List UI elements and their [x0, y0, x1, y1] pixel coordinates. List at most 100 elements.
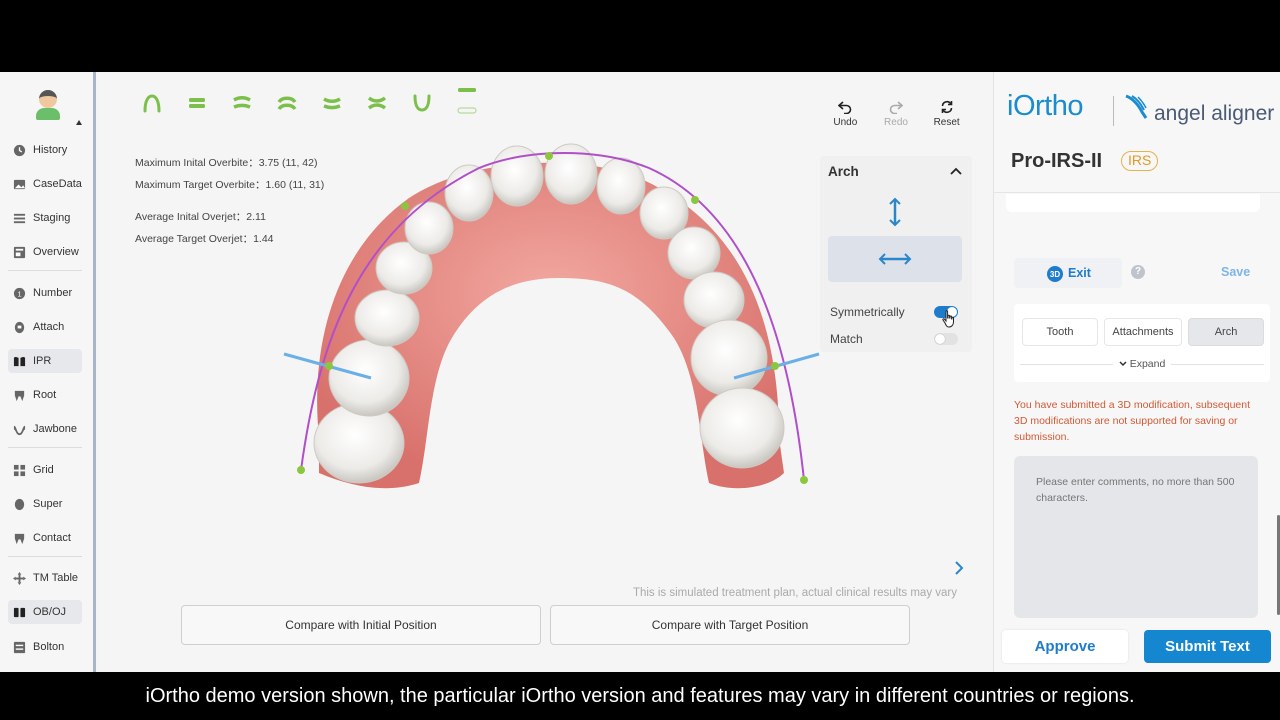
sidebar-item-label: OB/OJ [33, 606, 67, 618]
arch-adjust-panel: Arch Symmetrically Match [820, 156, 972, 352]
arch-form-u-icon[interactable] [399, 90, 444, 116]
product-name: Pro-IRS-II [1011, 150, 1103, 172]
reset-label: Reset [933, 117, 960, 128]
redo-label: Redo [884, 117, 908, 128]
sidebar-item-label: TM Table [33, 572, 79, 584]
compare-target-button[interactable]: Compare with Target Position [550, 605, 910, 645]
sidebar-item-contact[interactable]: Contact [8, 526, 82, 550]
chevron-down-icon [1119, 361, 1127, 367]
arch-form-cross-icon[interactable] [354, 90, 399, 116]
undo-button[interactable]: Undo [820, 100, 870, 140]
save-button[interactable]: Save [1221, 265, 1250, 279]
hand-cursor-icon [942, 310, 954, 328]
tab-attachments[interactable]: Attachments [1104, 318, 1182, 346]
arch-form-toolbar [129, 88, 489, 116]
sidebar-item-label: Root [33, 389, 57, 401]
sidebar-item-label: Overview [33, 246, 79, 258]
angel-aligner-logo-icon [1125, 94, 1148, 119]
sidebar-item-label: Super [33, 498, 63, 510]
3d-viewport[interactable]: Maximum Inital Overbite：3.75 (11, 42) Ma… [99, 72, 993, 672]
match-label: Match [830, 332, 863, 346]
reset-icon [941, 100, 952, 114]
arch-form-reverse-icon[interactable] [309, 90, 354, 116]
chevron-right-icon[interactable] [951, 560, 967, 576]
arch-form-curved-icon[interactable] [264, 90, 309, 116]
sidebar-item-attach[interactable]: Attach [8, 315, 82, 339]
help-icon[interactable]: ? [1131, 265, 1145, 279]
sidebar: History CaseData Staging Overview 1 Numb… [0, 72, 96, 672]
root-icon [13, 389, 26, 402]
sidebar-divider [8, 556, 82, 557]
panel-card-bottom [1006, 194, 1260, 212]
sidebar-item-number[interactable]: 1 Number [8, 281, 82, 305]
image-icon [13, 178, 26, 191]
right-panel: iOrtho angel aligner Pro-IRS-II IRS 3D E… [993, 72, 1280, 672]
angel-aligner-logo: angel aligner [1154, 102, 1275, 125]
sidebar-item-tm-table[interactable]: TM Table [8, 566, 82, 590]
super-icon [13, 498, 26, 511]
move-icon [13, 571, 26, 585]
clock-icon [13, 144, 26, 157]
grid-icon [13, 464, 26, 477]
sidebar-divider [8, 447, 82, 448]
tab-arch[interactable]: Arch [1188, 318, 1264, 346]
sidebar-item-grid[interactable]: Grid [8, 458, 82, 482]
exit-label: Exit [1068, 266, 1091, 280]
avatar-menu-caret-icon[interactable] [76, 120, 82, 125]
dental-arch-model[interactable] [279, 138, 839, 508]
horizontal-stretch-button[interactable] [828, 236, 962, 282]
arch-form-tapered-icon[interactable] [219, 90, 264, 116]
approve-button[interactable]: Approve [1002, 630, 1128, 663]
sidebar-item-obj[interactable]: OB/OJ [8, 600, 82, 624]
sidebar-item-history[interactable]: History [8, 138, 82, 162]
3d-edit-controls: 3D Exit ? Save [1014, 258, 1274, 288]
edit-mode-tabs: Tooth Attachments Arch Expand [1014, 304, 1270, 382]
sidebar-item-ipr[interactable]: IPR [8, 349, 82, 373]
avatar[interactable] [36, 90, 60, 120]
simulation-disclaimer: This is simulated treatment plan, actual… [632, 587, 957, 599]
sidebar-item-label: IPR [33, 355, 52, 367]
sidebar-item-staging[interactable]: Staging [8, 206, 82, 230]
arch-form-flat-icon[interactable] [174, 90, 219, 116]
arch-form-ovoid-icon[interactable] [129, 90, 174, 116]
arch-form-custom-icon[interactable] [444, 88, 489, 116]
sidebar-item-jawbone[interactable]: Jawbone [8, 417, 82, 441]
vertical-stretch-button[interactable] [828, 192, 962, 232]
comments-input[interactable] [1014, 456, 1258, 618]
video-caption: iOrtho demo version shown, the particula… [0, 672, 1280, 720]
attach-icon [13, 321, 26, 334]
reset-button[interactable]: Reset [922, 100, 972, 140]
sidebar-item-overview[interactable]: Overview [8, 240, 82, 264]
redo-button[interactable]: Redo [871, 100, 921, 140]
sidebar-item-label: CaseData [33, 178, 82, 190]
expand-label: Expand [1129, 358, 1166, 370]
sidebar-item-casedata[interactable]: CaseData [8, 172, 82, 196]
svg-text:1: 1 [17, 289, 21, 298]
vertical-arrows-icon [889, 197, 901, 227]
sidebar-item-label: Staging [33, 212, 71, 224]
sidebar-item-root[interactable]: Root [8, 383, 82, 407]
match-toggle[interactable] [934, 333, 958, 345]
sidebar-divider [8, 270, 82, 271]
compare-initial-button[interactable]: Compare with Initial Position [181, 605, 541, 645]
sidebar-item-bolton[interactable]: Bolton [8, 635, 82, 659]
tab-tooth[interactable]: Tooth [1022, 318, 1098, 346]
redo-icon [889, 101, 903, 114]
edit-toolbox: Undo Redo Reset [820, 100, 972, 140]
exit-3d-button[interactable]: 3D Exit [1014, 258, 1122, 288]
submit-text-button[interactable]: Submit Text [1144, 630, 1271, 663]
submission-warning: You have submitted a 3D modification, su… [1014, 399, 1251, 443]
sidebar-item-label: Grid [33, 464, 54, 476]
panel-divider [994, 192, 1280, 193]
sidebar-item-label: History [33, 144, 68, 156]
contact-icon [13, 532, 26, 545]
overview-icon [13, 246, 26, 259]
chevron-up-icon[interactable] [950, 166, 962, 176]
irs-badge: IRS [1121, 151, 1159, 171]
sidebar-item-super[interactable]: Super [8, 492, 82, 516]
horizontal-arrows-icon [878, 253, 912, 265]
expand-toggle[interactable]: Expand [1014, 356, 1270, 372]
symmetrically-label: Symmetrically [830, 305, 905, 319]
sidebar-item-label: Number [33, 287, 73, 299]
sidebar-item-label: Attach [33, 321, 65, 333]
